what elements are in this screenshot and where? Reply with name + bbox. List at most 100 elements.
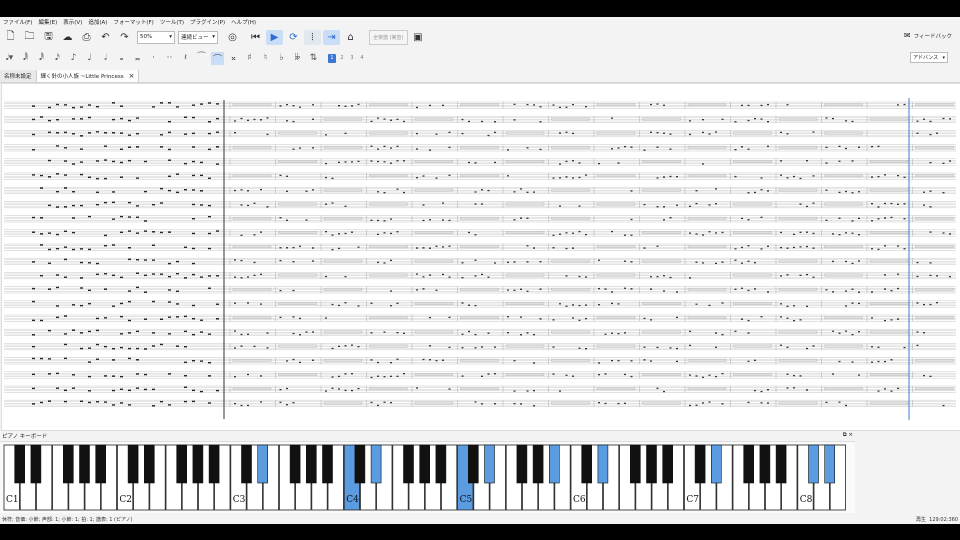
- save-icon[interactable]: 🖫: [40, 30, 57, 45]
- black-key[interactable]: [710, 444, 722, 484]
- print-icon[interactable]: ⎙: [78, 30, 95, 45]
- black-key[interactable]: [548, 444, 560, 484]
- cloud-upload-icon[interactable]: ☁: [59, 30, 76, 45]
- black-key[interactable]: [14, 444, 25, 484]
- black-key[interactable]: [289, 444, 301, 484]
- black-key[interactable]: [127, 444, 139, 484]
- note-head: [292, 358, 295, 361]
- metronome-icon[interactable]: ⌂: [342, 30, 359, 45]
- menu-item-7[interactable]: ヘルプ(H): [228, 18, 259, 26]
- flat-icon[interactable]: ♭: [275, 52, 288, 65]
- workspace-select[interactable]: アドバンス ▾: [910, 52, 948, 63]
- black-key[interactable]: [646, 444, 657, 484]
- black-key[interactable]: [484, 444, 495, 484]
- menu-item-0[interactable]: ファイル(F): [0, 18, 35, 26]
- note-32nd-icon[interactable]: 𝅘𝅥𝅱: [35, 52, 48, 65]
- rest-icon[interactable]: 𝄽: [179, 52, 192, 65]
- black-key[interactable]: [322, 444, 333, 484]
- sharp-icon[interactable]: ♯: [243, 52, 256, 65]
- menu-item-4[interactable]: フォーマット(F): [110, 18, 156, 26]
- camera-icon[interactable]: ▣: [410, 30, 427, 45]
- menu-item-3[interactable]: 追加(A): [85, 18, 110, 26]
- note-8th-icon[interactable]: ♪: [67, 52, 80, 65]
- undo-icon[interactable]: ↶: [97, 30, 114, 45]
- menu-item-1[interactable]: 編集(E): [35, 18, 60, 26]
- dot-icon[interactable]: ·: [147, 52, 160, 65]
- black-key[interactable]: [581, 444, 593, 484]
- natural-icon[interactable]: ♮: [259, 52, 272, 65]
- black-key[interactable]: [597, 444, 609, 484]
- loop-icon[interactable]: ⟳: [285, 30, 302, 45]
- double-sharp-icon[interactable]: 𝄪: [227, 52, 240, 65]
- black-key[interactable]: [824, 444, 836, 484]
- loop-in-icon[interactable]: ⦙: [304, 29, 321, 45]
- play-repeats-icon[interactable]: ⇥: [323, 29, 340, 45]
- black-key[interactable]: [79, 444, 90, 484]
- view-mode-select[interactable]: 連続ビュー ▾: [178, 30, 218, 44]
- black-key[interactable]: [257, 444, 269, 484]
- feedback-button[interactable]: ✉ フィードバック: [904, 31, 952, 40]
- double-dot-icon[interactable]: ··: [163, 52, 176, 65]
- voice-button-1[interactable]: 1: [328, 53, 336, 63]
- black-key[interactable]: [176, 444, 187, 484]
- close-icon[interactable]: ×: [848, 432, 853, 438]
- score-view[interactable]: [2, 84, 960, 430]
- voice-button-2[interactable]: 2: [338, 54, 346, 63]
- note-16th-icon[interactable]: 𝅘𝅥𝅯: [51, 52, 64, 65]
- play-icon[interactable]: ▶: [266, 29, 283, 45]
- slur-icon[interactable]: ⌒: [211, 51, 224, 65]
- menu-item-5[interactable]: ツール(T): [157, 18, 187, 26]
- score-canvas[interactable]: [1, 83, 960, 431]
- flip-icon[interactable]: ⇅: [307, 52, 320, 65]
- note-half-icon[interactable]: 𝅗𝅥: [99, 52, 112, 65]
- tab-1[interactable]: 輝く針の小人族 ~Little Princess ×: [36, 70, 140, 82]
- rewind-icon[interactable]: ⏮: [247, 30, 264, 45]
- voice-button-3[interactable]: 3: [348, 54, 356, 63]
- black-key[interactable]: [532, 444, 544, 484]
- double-flat-icon[interactable]: 𝄫: [291, 52, 304, 65]
- black-key[interactable]: [208, 444, 220, 484]
- black-key[interactable]: [30, 444, 42, 484]
- new-file-icon[interactable]: 🗋: [2, 30, 19, 45]
- redo-icon[interactable]: ↷: [116, 30, 133, 45]
- black-key[interactable]: [775, 444, 787, 484]
- black-key[interactable]: [516, 444, 528, 484]
- black-key[interactable]: [467, 444, 479, 484]
- black-key[interactable]: [144, 444, 155, 484]
- black-key[interactable]: [694, 444, 706, 484]
- black-key[interactable]: [435, 444, 447, 484]
- black-key[interactable]: [95, 444, 106, 484]
- black-key[interactable]: [759, 444, 771, 484]
- close-tab-icon[interactable]: ×: [129, 72, 135, 80]
- black-key[interactable]: [354, 444, 366, 484]
- black-key[interactable]: [808, 444, 819, 484]
- note-64th-icon[interactable]: 𝅘𝅥𝅲: [19, 52, 32, 65]
- note-whole-icon[interactable]: 𝅝: [115, 52, 128, 65]
- open-folder-icon[interactable]: 🗀: [21, 30, 38, 45]
- note-head: [104, 145, 107, 147]
- mixer-icon[interactable]: ◎: [224, 30, 241, 45]
- note-breve-icon[interactable]: 𝅜: [131, 52, 144, 65]
- float-icon[interactable]: ⧉: [843, 432, 847, 438]
- menu-item-2[interactable]: 表示(V): [60, 18, 85, 26]
- tie-icon[interactable]: ⁀: [195, 52, 208, 65]
- black-key[interactable]: [241, 444, 252, 484]
- menu-item-6[interactable]: プラグイン(P): [187, 18, 228, 26]
- black-key[interactable]: [743, 444, 755, 484]
- black-key[interactable]: [662, 444, 674, 484]
- black-key[interactable]: [62, 444, 74, 484]
- black-key[interactable]: [192, 444, 204, 484]
- black-key[interactable]: [305, 444, 317, 484]
- black-key[interactable]: [629, 444, 641, 484]
- zoom-select[interactable]: 50% ▾: [137, 30, 175, 44]
- black-key[interactable]: [419, 444, 431, 484]
- tab-0[interactable]: 名称未設定: [0, 70, 37, 82]
- note-quarter-icon[interactable]: ♩: [83, 52, 96, 65]
- black-key[interactable]: [403, 444, 414, 484]
- voice-button-4[interactable]: 4: [358, 54, 366, 63]
- black-key[interactable]: [370, 444, 382, 484]
- note-head: [88, 262, 91, 264]
- note-input-icon[interactable]: 𝅘𝅥▾: [3, 52, 16, 65]
- piano-keyboard[interactable]: C1 C2 C3 C4 C5 C6 C7 C8: [0, 442, 855, 513]
- concert-pitch-button[interactable]: 全楽譜 (実音): [369, 29, 408, 45]
